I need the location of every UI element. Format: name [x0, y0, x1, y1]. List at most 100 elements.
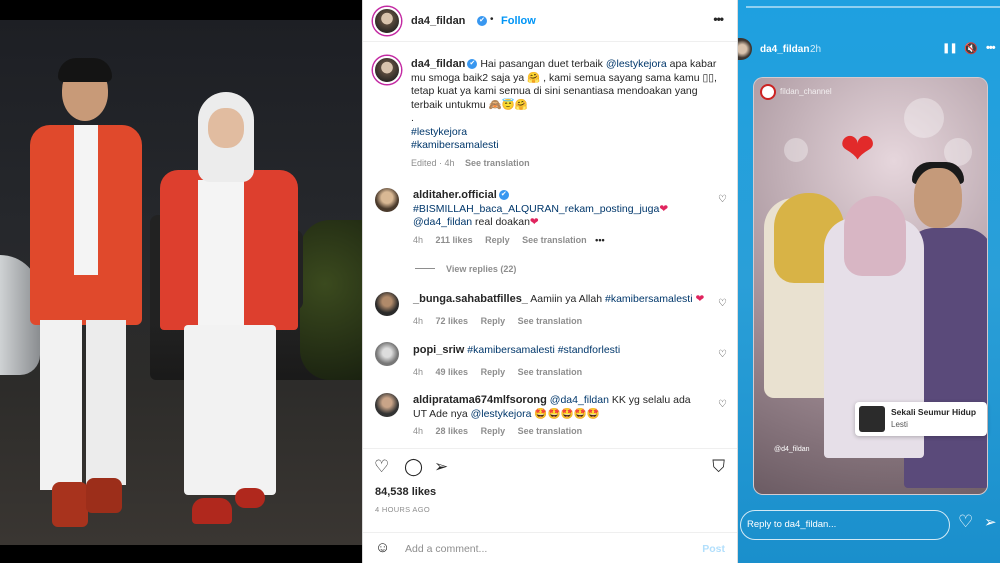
verified-icon: ✔ — [498, 190, 509, 201]
reply-button[interactable]: Reply — [481, 367, 506, 377]
post-comment-button[interactable]: Post — [702, 543, 725, 555]
story-more-icon[interactable]: ••• — [986, 42, 996, 54]
story-progress-bar — [746, 6, 1000, 8]
comment-likes[interactable]: 28 likes — [436, 426, 469, 436]
like-heart-icon[interactable]: ♡ — [374, 457, 389, 477]
channel-logo — [760, 84, 776, 100]
caption: da4_fildan ✔ Hai pasangan duet terbaik @l… — [411, 58, 721, 168]
story-like-icon[interactable]: ♡ — [958, 512, 973, 532]
video-watermark: @d4_fildan — [774, 446, 810, 453]
story-username[interactable]: da4_fildan — [760, 44, 809, 55]
reply-placeholder: Reply to da4_fildan... — [747, 519, 837, 530]
bookmark-icon[interactable]: ⛉ — [712, 457, 725, 477]
like-comment-icon[interactable]: ♡ — [718, 399, 727, 410]
heart-emoji: ❤ — [529, 216, 539, 228]
story-avatar[interactable] — [738, 38, 752, 60]
comment-input[interactable]: Add a comment... — [405, 543, 487, 555]
story-panel[interactable]: da4_fildan 2h ❚❚ 🔇 ••• fildan_channel ❤ … — [738, 0, 1000, 563]
like-comment-icon[interactable]: ♡ — [718, 349, 727, 360]
see-translation-link[interactable]: See translation — [518, 426, 583, 436]
comment-username[interactable]: _bunga.sahabatfilles_ — [413, 293, 528, 305]
hashtag-link[interactable]: #lestykejora — [411, 126, 721, 140]
comment-likes[interactable]: 49 likes — [436, 367, 469, 377]
post-photo[interactable] — [0, 0, 362, 563]
heart-emoji: ❤ — [659, 202, 669, 215]
caption-avatar[interactable] — [373, 56, 401, 84]
comment: _bunga.sahabatfilles_ Aamiin ya Allah #k… — [413, 293, 713, 326]
like-comment-icon[interactable]: ♡ — [718, 298, 727, 309]
verified-icon: ✔ — [467, 59, 478, 70]
comment-username[interactable]: aldipratama674mlfsorong — [413, 394, 547, 406]
music-artist: Lesti — [891, 420, 908, 429]
follow-button[interactable]: Follow — [501, 15, 536, 27]
person-middle-hijab — [844, 196, 906, 276]
music-title: Sekali Seumur Hidup — [891, 407, 977, 417]
mention-link[interactable]: @da4_fildan — [550, 394, 609, 406]
emoji-icon[interactable]: ☺ — [375, 539, 390, 556]
comment-time: 4h — [413, 426, 424, 436]
comment-text: Aamiin ya Allah — [530, 293, 605, 305]
post-header: da4_fildan ✔ • Follow ••• — [363, 0, 737, 42]
see-translation-link[interactable]: See translation — [518, 316, 583, 326]
mention-link[interactable]: @da4_fildan — [413, 216, 472, 228]
comment-avatar[interactable] — [375, 393, 399, 417]
like-comment-icon[interactable]: ♡ — [718, 194, 727, 205]
hashtag-link[interactable]: #BISMILLAH_baca_ALQURAN_rekam_posting_ju… — [413, 203, 659, 215]
comment-username[interactable]: alditaher.official — [413, 189, 497, 201]
comment-likes[interactable]: 211 likes — [436, 235, 473, 245]
comment-time: 4h — [413, 315, 424, 326]
comment: popi_sriw #kamibersamalesti #standforles… — [413, 344, 713, 377]
caption-edited-time: Edited · 4h — [411, 157, 455, 168]
comment-avatar[interactable] — [375, 188, 399, 212]
channel-label: fildan_channel — [780, 87, 832, 96]
comment-avatar[interactable] — [375, 342, 399, 366]
post-action-bar: ♡ ◯ ➢ ⛉ — [363, 448, 737, 484]
reply-button[interactable]: Reply — [481, 426, 506, 436]
person-right-face — [914, 168, 962, 228]
bokeh-light — [904, 98, 944, 138]
comment-likes[interactable]: 72 likes — [436, 316, 469, 326]
post-panel: da4_fildan ✔ • Follow ••• da4_fildan ✔ Ha… — [362, 0, 738, 563]
hashtag-link[interactable]: #kamibersamalesti — [605, 293, 693, 305]
comment-bubble-icon[interactable]: ◯ — [404, 457, 423, 477]
reply-button[interactable]: Reply — [485, 235, 510, 245]
caption-username[interactable]: da4_fildan — [411, 58, 465, 70]
see-translation-link[interactable]: See translation — [518, 367, 583, 377]
photo-bush — [300, 220, 362, 380]
story-reply-input[interactable]: Reply to da4_fildan... — [740, 510, 950, 540]
post-author-username[interactable]: da4_fildan — [411, 15, 465, 27]
comment: alditaher.official ✔ #BISMILLAH_baca_ALQU… — [413, 189, 713, 245]
post-time-ago: 4 HOURS AGO — [375, 505, 430, 514]
hashtag-link[interactable]: #kamibersamalesti #standforlesti — [467, 344, 620, 356]
caption-text: da4_fildan ✔ Hai pasangan duet terbaik @l… — [411, 58, 721, 112]
pause-icon[interactable]: ❚❚ — [942, 43, 958, 54]
comment-text: real doakan — [472, 216, 530, 228]
story-send-icon[interactable]: ➢ — [984, 513, 997, 531]
verified-icon: ✔ — [477, 16, 487, 26]
likes-count[interactable]: 84,538 likes — [375, 486, 436, 498]
heart-sticker: ❤ — [840, 125, 876, 172]
share-send-icon[interactable]: ➢ — [434, 457, 448, 477]
comment: aldipratama674mlfsorong @da4_fildan KK y… — [413, 394, 703, 436]
story-time: 2h — [810, 44, 822, 55]
view-replies-button[interactable]: View replies (22) — [446, 264, 516, 274]
add-comment-bar: ☺ Add a comment... Post — [363, 532, 737, 563]
album-art — [859, 406, 885, 432]
see-translation-link[interactable]: See translation — [522, 235, 587, 245]
more-options-icon[interactable]: ••• — [713, 12, 724, 26]
mention-link[interactable]: @lestykejora — [606, 58, 667, 70]
reply-button[interactable]: Reply — [481, 316, 506, 326]
comment-username[interactable]: popi_sriw — [413, 344, 464, 356]
comment-more-icon[interactable]: ••• — [595, 235, 604, 245]
mute-icon[interactable]: 🔇 — [964, 42, 978, 55]
comment-time: 4h — [413, 366, 424, 377]
heart-emoji: ❤ — [695, 293, 705, 305]
hashtag-link[interactable]: #kamibersamalesti — [411, 139, 721, 153]
music-sticker[interactable]: Sekali Seumur Hidup Lesti — [855, 402, 987, 436]
see-translation-link[interactable]: See translation — [465, 158, 530, 168]
separator-dot: • — [490, 14, 494, 25]
replies-divider — [415, 268, 435, 269]
comment-avatar[interactable] — [375, 292, 399, 316]
mention-link[interactable]: @lestykejora — [471, 408, 532, 420]
avatar[interactable] — [373, 7, 401, 35]
